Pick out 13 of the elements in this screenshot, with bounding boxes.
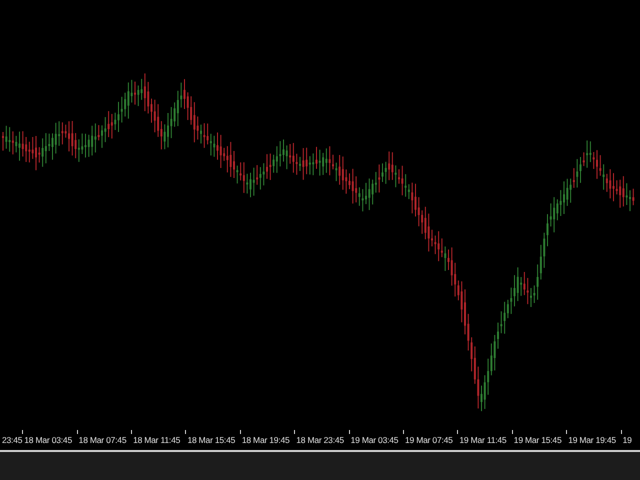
time-axis-label: 18 Mar 19:45 [242, 434, 290, 446]
time-axis-label: 23:45 [2, 434, 22, 446]
time-axis-label: 18 Mar 15:45 [187, 434, 236, 446]
time-axis-label: 19 [622, 434, 632, 446]
time-axis-label: 19 Mar 11:45 [459, 434, 506, 446]
time-axis-label: 18 Mar 23:45 [296, 434, 344, 446]
time-axis-label: 19 Mar 03:45 [350, 434, 398, 446]
time-axis-label: 18 Mar 03:45 [24, 434, 72, 446]
time-axis-label: 18 Mar 11:45 [133, 434, 180, 446]
time-axis-label: 19 Mar 07:45 [405, 434, 453, 446]
time-axis-label: 19 Mar 15:45 [514, 434, 562, 446]
time-axis-label: 18 Mar 07:45 [78, 434, 126, 446]
time-axis-label: 19 Mar 19:45 [568, 434, 616, 446]
